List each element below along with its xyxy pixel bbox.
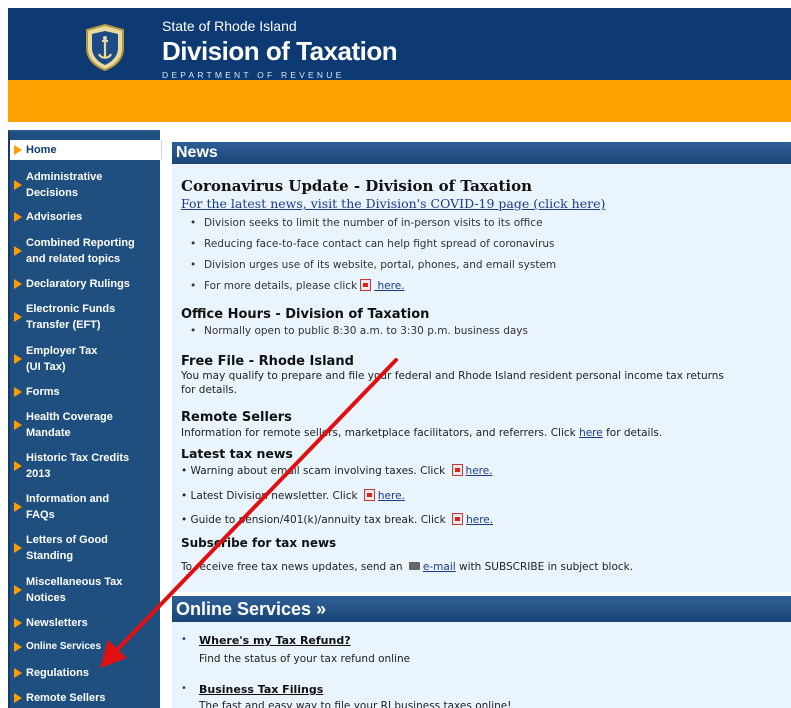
online-services-panel: • Where's my Tax Refund? Find the status… bbox=[172, 622, 791, 708]
free-file-text: You may qualify to prepare and file your… bbox=[181, 370, 724, 382]
bullet-icon: • bbox=[181, 634, 187, 645]
covid-details-link[interactable]: here. bbox=[374, 280, 404, 292]
subscribe-text: To receive free tax news updates, send a… bbox=[181, 561, 634, 573]
sidebar-item-forms[interactable]: Forms bbox=[10, 383, 162, 401]
state-name: State of Rhode Island bbox=[162, 18, 297, 34]
latest-news-item: • Latest Division newsletter. Click here… bbox=[181, 489, 405, 502]
pdf-icon bbox=[452, 513, 464, 525]
sidebar-item-label: Newsletters bbox=[26, 617, 88, 629]
arrow-right-icon bbox=[14, 693, 22, 703]
pension-guide-link[interactable]: here. bbox=[466, 514, 493, 526]
office-hours-title: Office Hours - Division of Taxation bbox=[181, 307, 430, 322]
arrow-right-icon bbox=[14, 246, 22, 256]
tax-refund-desc: Find the status of your tax refund onlin… bbox=[199, 653, 411, 665]
latest-news-item: • Warning about email scam involving tax… bbox=[181, 464, 493, 477]
office-hours-bullet: • Normally open to public 8:30 a.m. to 3:… bbox=[190, 325, 528, 337]
sidebar-item-online-services[interactable]: Online Services bbox=[10, 638, 162, 656]
division-title[interactable]: Division of Taxation bbox=[162, 36, 398, 67]
arrow-right-icon bbox=[14, 668, 22, 678]
news-panel: Coronavirus Update - Division of Taxatio… bbox=[172, 164, 791, 592]
pdf-icon bbox=[363, 489, 375, 501]
covid-details-bullet: • For more details, please click here. bbox=[190, 279, 405, 292]
arrow-right-icon bbox=[14, 279, 22, 289]
sidebar-item-information-faqs[interactable]: Information and FAQs bbox=[10, 490, 162, 524]
sidebar-item-health-coverage-mandate[interactable]: Health Coverage Mandate bbox=[10, 408, 162, 442]
sidebar-item-miscellaneous-tax-notices[interactable]: Miscellaneous Tax Notices bbox=[10, 573, 162, 607]
covid-bullet: • Division seeks to limit the number of i… bbox=[190, 217, 543, 229]
sidebar-item-label: Regulations bbox=[26, 667, 89, 679]
sidebar-item-historic-tax-credits[interactable]: Historic Tax Credits 2013 bbox=[10, 449, 162, 483]
sidebar-item-regulations[interactable]: Regulations bbox=[10, 664, 162, 682]
orange-banner-bar bbox=[8, 80, 791, 122]
sidebar-item-label: Home bbox=[26, 144, 57, 156]
remote-sellers-text: Information for remote sellers, marketpl… bbox=[181, 427, 663, 439]
latest-news-item: • Guide to pension/401(k)/annuity tax br… bbox=[181, 513, 494, 526]
newsletter-link[interactable]: here. bbox=[378, 490, 405, 502]
mail-icon bbox=[408, 562, 420, 570]
sidebar-nav: Home Administrative Decisions Advisories… bbox=[8, 130, 162, 708]
arrow-right-icon bbox=[14, 145, 22, 155]
free-file-title: Free File - Rhode Island bbox=[181, 354, 354, 369]
sidebar-item-label: Letters of Good Standing bbox=[26, 534, 108, 562]
sidebar-item-eft[interactable]: Electronic Funds Transfer (EFT) bbox=[10, 300, 162, 334]
email-scam-link[interactable]: here. bbox=[466, 465, 493, 477]
arrow-right-icon bbox=[14, 543, 22, 553]
arrow-right-icon bbox=[14, 461, 22, 471]
rhode-island-seal-icon bbox=[86, 23, 124, 72]
sidebar-item-letters-good-standing[interactable]: Letters of Good Standing bbox=[10, 531, 162, 565]
sidebar-item-label: Administrative Decisions bbox=[26, 171, 103, 199]
sidebar-item-label: Combined Reporting and related topics bbox=[26, 237, 135, 265]
sidebar-item-label: Information and FAQs bbox=[26, 493, 110, 521]
sidebar-item-combined-reporting[interactable]: Combined Reporting and related topics bbox=[10, 234, 162, 268]
news-header: News bbox=[172, 142, 791, 164]
arrow-right-icon bbox=[14, 354, 22, 364]
arrow-right-icon bbox=[14, 312, 22, 322]
subscribe-title: Subscribe for tax news bbox=[181, 536, 337, 550]
pdf-icon bbox=[451, 464, 463, 476]
covid-bullet: • Division urges use of its website, port… bbox=[190, 259, 557, 271]
covid-title: Coronavirus Update - Division of Taxatio… bbox=[181, 177, 533, 195]
sidebar-item-label: Remote Sellers bbox=[26, 692, 106, 704]
business-tax-filings-link[interactable]: Business Tax Filings bbox=[199, 683, 323, 696]
sidebar-item-advisories[interactable]: Advisories bbox=[10, 208, 162, 226]
arrow-right-icon bbox=[14, 387, 22, 397]
business-tax-filings-desc: The fast and easy way to file your RI bu… bbox=[199, 700, 512, 708]
arrow-right-icon bbox=[14, 618, 22, 628]
latest-tax-news-title: Latest tax news bbox=[181, 446, 293, 461]
sidebar-item-label: Miscellaneous Tax Notices bbox=[26, 576, 123, 604]
sidebar-item-home[interactable]: Home bbox=[10, 140, 162, 160]
tax-refund-link[interactable]: Where's my Tax Refund? bbox=[199, 634, 351, 647]
pdf-icon bbox=[360, 279, 372, 291]
covid-bullet: • Reducing face-to-face contact can help … bbox=[190, 238, 555, 250]
sidebar-item-label: Forms bbox=[26, 386, 60, 398]
sidebar-item-label: Advisories bbox=[26, 211, 83, 223]
sidebar-item-remote-sellers[interactable]: Remote Sellers bbox=[10, 689, 162, 707]
online-services-header[interactable]: Online Services » bbox=[172, 596, 791, 622]
sidebar-item-label: Employer Tax (UI Tax) bbox=[26, 345, 98, 373]
arrow-right-icon bbox=[14, 420, 22, 430]
sidebar-item-employer-tax[interactable]: Employer Tax (UI Tax) bbox=[10, 342, 162, 376]
arrow-right-icon bbox=[14, 502, 22, 512]
site-header: State of Rhode Island Division of Taxati… bbox=[8, 8, 791, 80]
sidebar-item-declaratory-rulings[interactable]: Declaratory Rulings bbox=[10, 275, 162, 293]
arrow-right-icon bbox=[14, 585, 22, 595]
covid-page-link[interactable]: For the latest news, visit the Division'… bbox=[181, 196, 605, 211]
arrow-right-icon bbox=[14, 180, 22, 190]
remote-sellers-link[interactable]: here bbox=[579, 427, 603, 439]
sidebar-item-administrative-decisions[interactable]: Administrative Decisions bbox=[10, 168, 162, 202]
free-file-text-cont: for details. bbox=[181, 384, 238, 396]
sidebar-item-label: Electronic Funds Transfer (EFT) bbox=[26, 303, 116, 331]
sidebar-item-label: Declaratory Rulings bbox=[26, 278, 130, 290]
sidebar-item-label: Historic Tax Credits 2013 bbox=[26, 452, 130, 480]
subscribe-email-link[interactable]: e-mail bbox=[423, 561, 456, 573]
sidebar-item-newsletters[interactable]: Newsletters bbox=[10, 614, 162, 632]
sidebar-item-label: Online Services bbox=[26, 641, 102, 652]
bullet-icon: • bbox=[181, 683, 187, 694]
arrow-right-icon bbox=[14, 212, 22, 222]
remote-sellers-title: Remote Sellers bbox=[181, 410, 292, 425]
sidebar-item-label: Health Coverage Mandate bbox=[26, 411, 113, 439]
arrow-right-icon bbox=[14, 642, 22, 652]
department-subtitle: DEPARTMENT OF REVENUE bbox=[162, 70, 345, 80]
